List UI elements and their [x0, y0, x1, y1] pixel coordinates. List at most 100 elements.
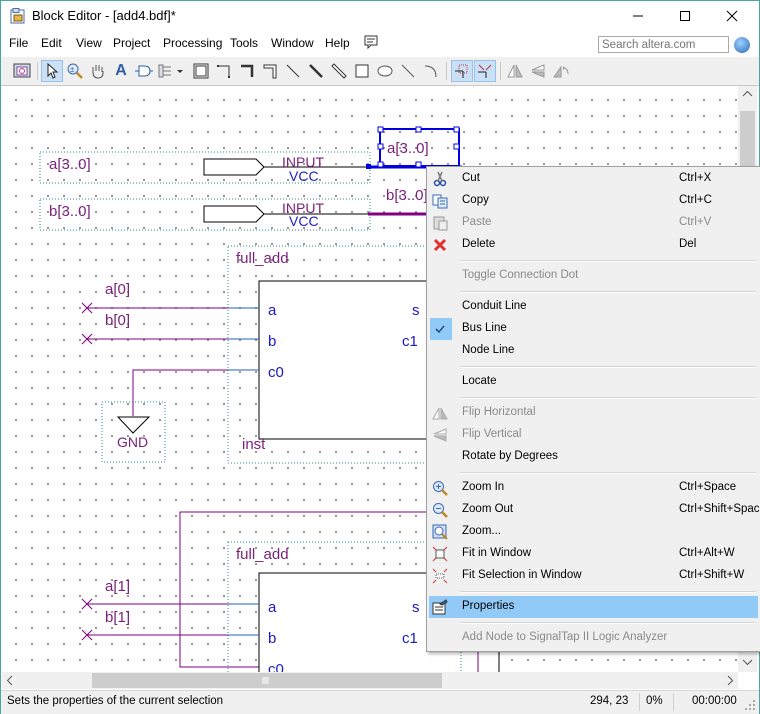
menu-item-toggle-connection-dot[interactable]: Toggle Connection Dot: [429, 265, 758, 287]
oval-icon: [377, 65, 393, 77]
gnd-symbol: [116, 416, 151, 434]
line-icon: [401, 64, 415, 78]
menu-item-add-node-signaltap[interactable]: Add Node to SignalTap II Logic Analyzer: [429, 627, 758, 649]
menu-help[interactable]: Help: [325, 36, 350, 50]
detach-window-icon: [13, 63, 31, 78]
hand-tool-button[interactable]: [87, 60, 109, 82]
pin-a-name: a[3..0]: [49, 156, 91, 173]
rectangle-tool-button[interactable]: [351, 60, 373, 82]
menu-file[interactable]: File: [9, 36, 28, 50]
menu-item-locate[interactable]: Locate: [429, 371, 758, 393]
menu-item-zoom-in[interactable]: Zoom In Ctrl+Space: [429, 477, 758, 499]
scroll-down-icon[interactable]: [742, 658, 753, 666]
symbol-tool-button[interactable]: [133, 60, 155, 82]
pin-tool-button[interactable]: [156, 60, 186, 82]
close-button[interactable]: [709, 1, 755, 31]
orthogonal-conduit-tool-button[interactable]: [259, 60, 281, 82]
feedback-icon[interactable]: [363, 34, 379, 50]
rectangle-icon: [355, 64, 369, 78]
rubberbanding-button[interactable]: [451, 60, 473, 82]
maximize-button[interactable]: [662, 1, 708, 31]
block2-port-a: a: [268, 599, 277, 616]
menu-item-rotate-by-degrees[interactable]: Rotate by Degrees: [429, 446, 758, 468]
orthogonal-bus-icon: [241, 64, 254, 77]
diagonal-conduit-tool-button[interactable]: [328, 60, 350, 82]
scroll-right-icon[interactable]: [726, 675, 734, 686]
pin-a-default: VCC: [289, 168, 319, 184]
block-editor-window: Block Editor - [add4.bdf]* File Edit Vie…: [0, 0, 760, 714]
menu-item-conduit-line[interactable]: Conduit Line: [429, 296, 758, 318]
minimize-icon: [633, 15, 643, 17]
menu-view[interactable]: View: [76, 36, 102, 50]
orthogonal-conduit-icon: [263, 64, 277, 79]
menu-item-cut[interactable]: Cut Ctrl+X: [429, 168, 758, 190]
menu-item-fit-in-window[interactable]: Fit in Window Ctrl+Alt+W: [429, 543, 758, 565]
block1-port-c1: c1: [402, 333, 418, 350]
detach-window-button[interactable]: [11, 60, 33, 82]
menu-item-flip-vertical[interactable]: Flip Vertical: [429, 424, 758, 446]
zoom-in-icon: [433, 481, 448, 496]
pin-a-symbol: [203, 158, 265, 176]
net-label-a1: a[1]: [105, 578, 130, 595]
menu-item-copy[interactable]: Copy Ctrl+C: [429, 190, 758, 212]
menu-item-delete[interactable]: Delete Del: [429, 234, 758, 256]
menu-processing[interactable]: Processing: [163, 36, 222, 50]
text-tool-icon: A: [115, 62, 127, 79]
partial-line-selection-button[interactable]: [474, 60, 496, 82]
flip-horizontal-button[interactable]: [504, 60, 526, 82]
zoom-tool-button[interactable]: ±: [64, 60, 86, 82]
resize-grip-icon[interactable]: [745, 700, 756, 711]
diagonal-bus-tool-button[interactable]: [305, 60, 327, 82]
menu-item-bus-line[interactable]: Bus Line: [429, 318, 758, 340]
menu-tools[interactable]: Tools: [230, 36, 258, 50]
search-input[interactable]: [598, 36, 729, 53]
menu-item-properties[interactable]: Properties: [429, 596, 758, 618]
arc-icon: [424, 65, 437, 78]
block-tool-icon: [193, 63, 209, 79]
selection-tool-button[interactable]: [41, 60, 63, 82]
scroll-up-icon[interactable]: [742, 90, 753, 98]
scissors-icon: [433, 171, 447, 187]
properties-icon: [432, 599, 448, 615]
status-time: 00:00:00: [692, 695, 737, 707]
menu-edit[interactable]: Edit: [41, 36, 62, 50]
orthogonal-node-tool-button[interactable]: [213, 60, 235, 82]
bus-b-label: b[3..0]: [386, 187, 428, 204]
delete-icon: [433, 238, 447, 252]
diagonal-bus-icon: [309, 64, 323, 78]
block-tool-button[interactable]: [190, 60, 212, 82]
arc-tool-button[interactable]: [420, 60, 442, 82]
block2-port-c0: c0: [268, 661, 284, 672]
scroll-left-icon[interactable]: [6, 675, 14, 686]
copy-icon: [432, 194, 448, 209]
gnd-label: GND: [117, 434, 148, 450]
menu-item-fit-selection-in-window[interactable]: Fit Selection in Window Ctrl+Shift+W: [429, 565, 758, 587]
menu-window[interactable]: Window: [271, 36, 314, 50]
wire-c0-gnd: [132, 369, 228, 416]
menu-item-node-line[interactable]: Node Line: [429, 340, 758, 362]
flip-vertical-button[interactable]: [527, 60, 549, 82]
horizontal-scroll-thumb[interactable]: [92, 673, 442, 688]
globe-icon[interactable]: [734, 37, 750, 53]
minimize-button[interactable]: [615, 1, 661, 31]
orthogonal-bus-tool-button[interactable]: [236, 60, 258, 82]
line-tool-button[interactable]: [397, 60, 419, 82]
text-tool-button[interactable]: A: [110, 60, 132, 82]
vertical-scroll-thumb[interactable]: [740, 111, 755, 166]
diagonal-conduit-icon: [331, 63, 347, 79]
oval-tool-button[interactable]: [374, 60, 396, 82]
status-bar: Sets the properties of the current selec…: [1, 690, 759, 714]
menu-project[interactable]: Project: [113, 36, 150, 50]
partial-line-selection-icon: [478, 64, 492, 78]
menu-item-zoom-out[interactable]: Zoom Out Ctrl+Shift+Space: [429, 499, 760, 521]
horizontal-scrollbar[interactable]: [2, 672, 738, 689]
menu-item-zoom[interactable]: Zoom...: [429, 521, 758, 543]
rotate-button[interactable]: [550, 60, 572, 82]
rubberbanding-icon: [455, 64, 468, 78]
paste-icon: [433, 216, 448, 231]
menu-item-flip-horizontal[interactable]: Flip Horizontal: [429, 402, 758, 424]
diagonal-node-tool-button[interactable]: [282, 60, 304, 82]
menu-item-paste[interactable]: Paste Ctrl+V: [429, 212, 758, 234]
block2-type: full_add: [236, 546, 289, 563]
net-label-a0: a[0]: [105, 281, 130, 298]
